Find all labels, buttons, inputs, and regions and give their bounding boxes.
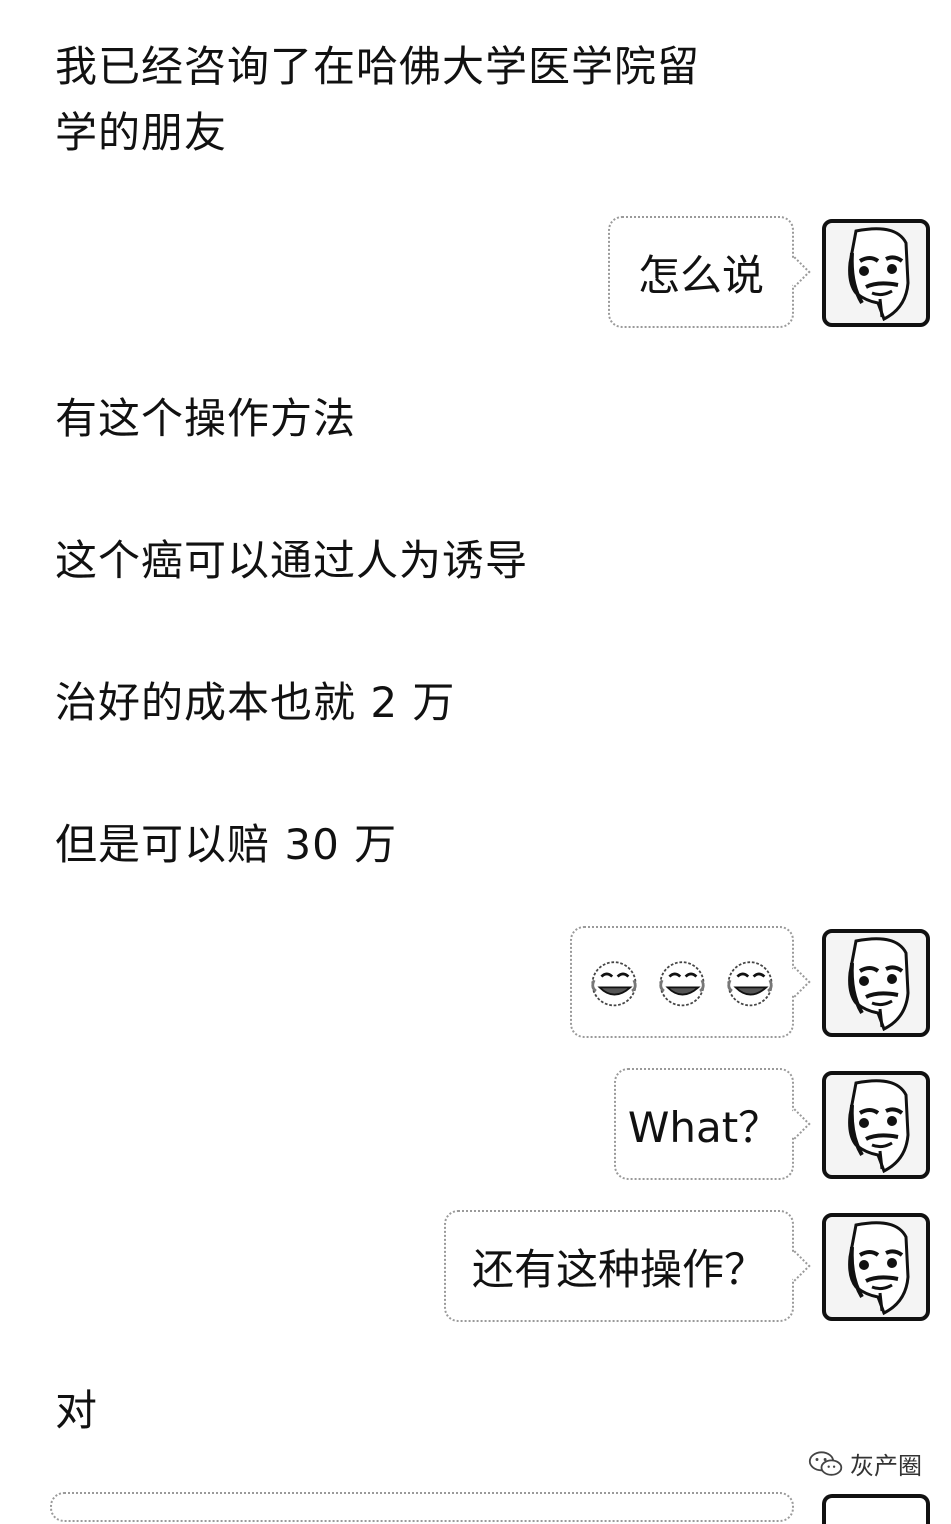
laugh-cry-icon: [659, 961, 705, 1007]
message-bubble-right-emoji[interactable]: [570, 926, 811, 1038]
wechat-icon: [808, 1450, 843, 1476]
avatar[interactable]: [822, 219, 930, 327]
laugh-cry-icon: [727, 961, 773, 1007]
guy-fawkes-mask-icon: [848, 227, 910, 322]
message-text: 还有这种操作？: [471, 1244, 766, 1294]
message-left: 对: [55, 1386, 99, 1435]
avatar-partial[interactable]: [822, 1494, 930, 1524]
guy-fawkes-mask-icon: [848, 1221, 910, 1316]
message-left: 我已经咨询了在哈佛大学医学院留 学的朋友: [55, 42, 701, 157]
message-bubble-partial[interactable]: [50, 1492, 794, 1522]
message-left: 这个癌可以通过人为诱导: [55, 536, 529, 585]
message-left: 但是可以赔 30 万: [55, 820, 398, 869]
bubble-tail: [779, 966, 811, 998]
message-text: What？: [627, 1102, 781, 1152]
watermark: 灰产圈: [808, 1446, 922, 1481]
message-bubble-right[interactable]: 还有这种操作？: [444, 1210, 811, 1322]
message-bubble-right[interactable]: What？: [614, 1068, 811, 1180]
emoji-row: [587, 955, 777, 1009]
message-bubble-right[interactable]: 怎么说: [608, 216, 811, 328]
bubble-tail: [779, 1108, 811, 1140]
laugh-cry-icon: [591, 961, 637, 1007]
message-text: 怎么说: [637, 250, 764, 300]
avatar[interactable]: [822, 1213, 930, 1321]
guy-fawkes-mask-icon: [848, 937, 910, 1032]
bubble-tail: [779, 1250, 811, 1282]
message-left: 有这个操作方法: [55, 394, 357, 443]
avatar[interactable]: [822, 1071, 930, 1179]
bubble-tail: [779, 256, 811, 288]
avatar[interactable]: [822, 929, 930, 1037]
guy-fawkes-mask-icon: [848, 1079, 910, 1174]
watermark-text: 灰产圈: [850, 1452, 922, 1480]
message-left: 治好的成本也就 2 万: [55, 678, 456, 727]
